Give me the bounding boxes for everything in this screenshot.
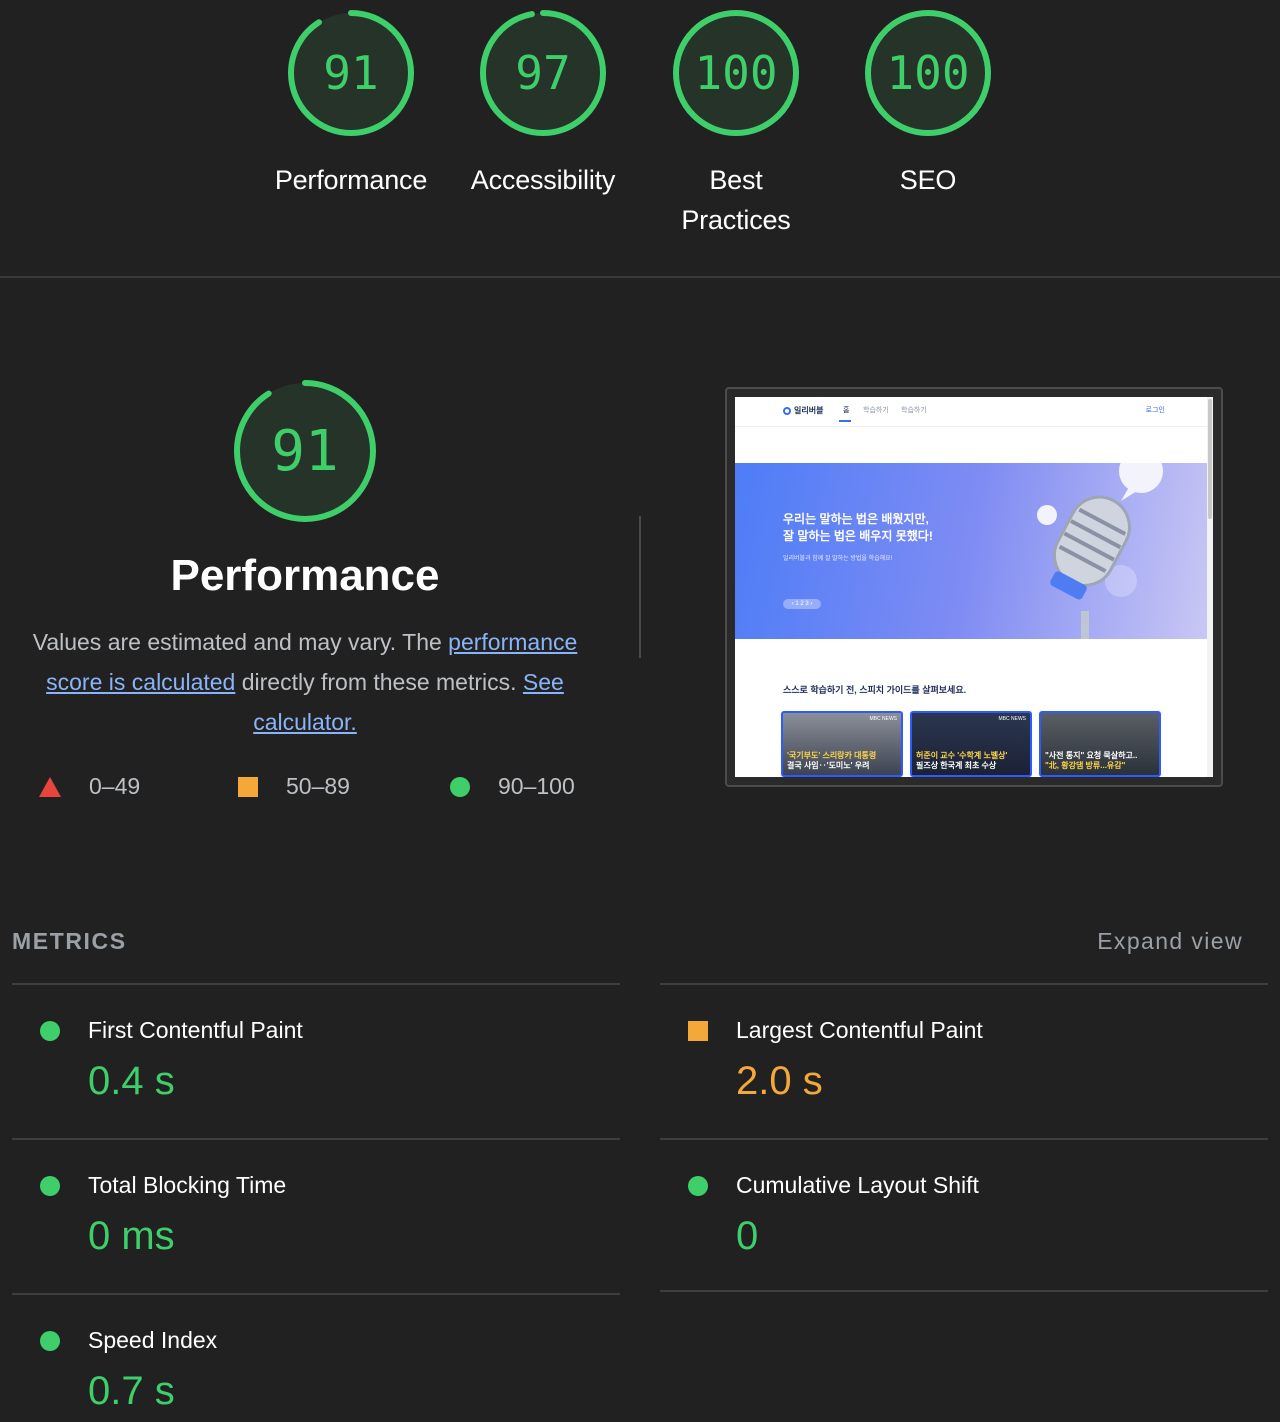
- gauge-label: Best Practices: [646, 160, 826, 240]
- final-screenshot[interactable]: 일리버블 홈 학습하기 학습하기 로그인 우리는 말하는 법은 배웠지만, 잘 …: [725, 387, 1223, 787]
- metric-value: 0: [736, 1214, 759, 1258]
- card-badge: MBC NEWS: [998, 716, 1027, 722]
- legend-range: 0–49: [89, 773, 141, 799]
- logo-icon: [783, 406, 791, 415]
- legend-fail: 0–49: [39, 773, 140, 800]
- card-line2: 결국 사임‥'도미노' 우려: [787, 761, 870, 770]
- legend-average: 50–89: [238, 773, 350, 800]
- legend-range: 50–89: [286, 773, 350, 799]
- legend-pass: 90–100: [450, 773, 575, 800]
- gauge-ring: 100: [673, 10, 799, 136]
- performance-title: Performance: [170, 551, 440, 600]
- square-icon: [238, 776, 258, 797]
- metrics-heading: METRICS: [12, 928, 127, 954]
- card-caption: "사전 통지" 요청 묵살하고.. "北, 황강댐 방류...유감": [1045, 751, 1155, 771]
- performance-summary: 91 Performance Values are estimated and …: [0, 378, 610, 799]
- card-caption: 허준이 교수 '수학계 노벨상' 필즈상 한국계 최초 수상: [916, 751, 1026, 771]
- gauge-accessibility[interactable]: 97 Accessibility: [453, 8, 633, 200]
- metric-name: Largest Contentful Paint: [736, 1017, 983, 1043]
- site-hero-banner: 우리는 말하는 법은 배웠지만, 잘 말하는 법은 배우지 못했다! 일리버블과…: [735, 463, 1207, 639]
- card-line1: '국기부도' 스리랑카 대통령: [787, 751, 877, 760]
- metrics-divider: [660, 983, 1268, 985]
- pass-circle-icon: [40, 1176, 60, 1196]
- performance-score: 91: [271, 419, 338, 484]
- gauge-seo[interactable]: 100 SEO: [838, 8, 1018, 200]
- card-line2: "北, 황강댐 방류...유감": [1045, 761, 1126, 770]
- card-caption: '국기부도' 스리랑카 대통령 결국 사임‥'도미노' 우려: [787, 751, 897, 771]
- screenshot-scrollbar: [1207, 397, 1213, 777]
- guide-card: MBC NEWS '국기부도' 스리랑카 대통령 결국 사임‥'도미노' 우려: [781, 711, 903, 777]
- section-divider: [0, 276, 1280, 278]
- pass-circle-icon: [40, 1331, 60, 1351]
- gauge-label: SEO: [899, 165, 957, 195]
- site-logo: 일리버블: [783, 405, 823, 416]
- site-nav-learn: 학습하기: [863, 407, 889, 414]
- vertical-divider: [639, 516, 641, 658]
- hero-title: 우리는 말하는 법은 배웠지만, 잘 말하는 법은 배우지 못했다!: [783, 512, 933, 543]
- performance-description: Values are estimated and may vary. The p…: [10, 622, 600, 742]
- pass-circle-icon: [40, 1021, 60, 1041]
- site-login: 로그인: [1145, 407, 1165, 414]
- score-legend: 0–49 50–89 90–100: [0, 773, 610, 813]
- gauge-score: 100: [694, 46, 777, 100]
- average-square-icon: [688, 1021, 708, 1041]
- hero-subtitle: 일리버블과 함께 잘 말하는 방법을 학습해요!: [783, 556, 893, 562]
- desc-text: directly from these metrics.: [235, 669, 523, 695]
- pass-circle-icon: [688, 1176, 708, 1196]
- site-nav-home: 홈: [843, 407, 850, 414]
- metric-value: 2.0 s: [736, 1059, 823, 1103]
- metric-name: Speed Index: [88, 1327, 218, 1353]
- screenshot-page: 일리버블 홈 학습하기 학습하기 로그인 우리는 말하는 법은 배웠지만, 잘 …: [735, 397, 1213, 777]
- metric-value: 0 ms: [88, 1214, 175, 1258]
- performance-gauge: 91: [234, 380, 376, 522]
- gauge-label-line1: Best: [709, 165, 763, 195]
- triangle-icon: [39, 776, 61, 797]
- gauge-ring: 91: [288, 10, 414, 136]
- gauge-ring: 100: [865, 10, 991, 136]
- gauge-score: 100: [886, 46, 969, 100]
- nav-active-indicator: [839, 420, 851, 422]
- metric-name: Cumulative Layout Shift: [736, 1172, 979, 1198]
- category-gauges: 91 Performance 97 Accessibility 100 Best…: [0, 0, 1280, 276]
- metric-name: Total Blocking Time: [88, 1172, 287, 1198]
- gauge-label: Performance: [274, 165, 428, 195]
- site-nav-learn-2: 학습하기: [901, 407, 927, 414]
- metrics-divider: [12, 1293, 620, 1295]
- gauge-ring: 97: [480, 10, 606, 136]
- expand-view-toggle[interactable]: Expand view: [1097, 928, 1243, 955]
- hero-pager: ‹ 1 2 3 ›: [783, 599, 821, 609]
- metric-value: 0.4 s: [88, 1059, 175, 1103]
- metric-name: First Contentful Paint: [88, 1017, 303, 1043]
- metrics-divider: [12, 983, 620, 985]
- card-line2: 필즈상 한국계 최초 수상: [916, 761, 997, 770]
- desc-text: Values are estimated and may vary. The: [32, 629, 449, 655]
- gauge-score: 97: [515, 46, 570, 100]
- site-navbar: 일리버블 홈 학습하기 학습하기 로그인: [735, 397, 1213, 427]
- gauge-label: Accessibility: [470, 165, 616, 195]
- microphone-illustration-icon: [1037, 463, 1163, 639]
- guide-heading: 스스로 학습하기 전, 스피치 가이드를 살펴보세요.: [783, 685, 967, 695]
- metrics-divider: [660, 1290, 1268, 1292]
- gauge-best-practices[interactable]: 100 Best Practices: [646, 8, 826, 240]
- metric-value: 0.7 s: [88, 1369, 175, 1413]
- card-line1: 허준이 교수 '수학계 노벨상': [916, 751, 1008, 760]
- guide-card: MBC NEWS 허준이 교수 '수학계 노벨상' 필즈상 한국계 최초 수상: [910, 711, 1032, 777]
- legend-range: 90–100: [498, 773, 575, 799]
- circle-icon: [450, 776, 470, 797]
- gauge-performance[interactable]: 91 Performance: [261, 8, 441, 200]
- metrics-divider: [12, 1138, 620, 1140]
- card-line1: "사전 통지" 요청 묵살하고..: [1045, 751, 1138, 760]
- brand-name: 일리버블: [794, 406, 824, 415]
- guide-card: "사전 통지" 요청 묵살하고.. "北, 황강댐 방류...유감": [1039, 711, 1161, 777]
- gauge-score: 91: [323, 46, 378, 100]
- card-badge: MBC NEWS: [869, 716, 898, 722]
- gauge-label-line2: Practices: [681, 205, 791, 235]
- metrics-divider: [660, 1138, 1268, 1140]
